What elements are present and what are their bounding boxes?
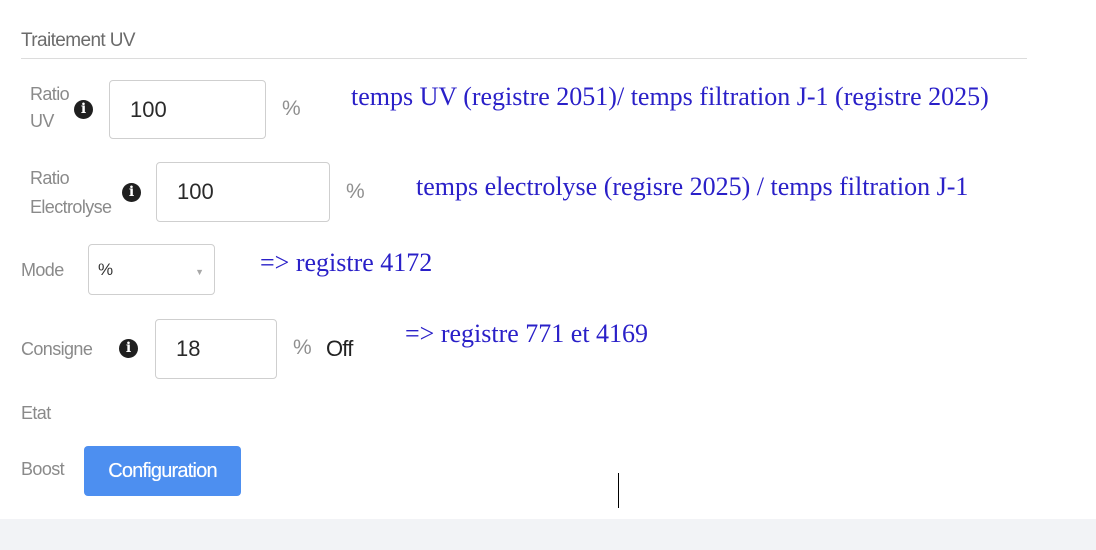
footer-band bbox=[0, 519, 1096, 550]
ratio-uv-label-line2: UV bbox=[30, 111, 54, 131]
chevron-down-icon: ▼ bbox=[195, 267, 204, 277]
uv-treatment-panel: Traitement UV Ratio UV i 100 % Ratio Ele… bbox=[0, 0, 1096, 550]
annotation-consigne: => registre 771 et 4169 bbox=[405, 319, 649, 348]
ratio-electrolyse-label-line2: Electrolyse bbox=[30, 197, 112, 217]
annotation-ratio-uv: temps UV (registre 2051)/ temps filtrati… bbox=[351, 82, 989, 111]
info-icon[interactable]: i bbox=[74, 100, 93, 119]
annotation-mode: => registre 4172 bbox=[260, 248, 433, 277]
ratio-uv-unit: % bbox=[282, 97, 301, 120]
section-divider bbox=[21, 58, 1027, 59]
section-title: Traitement UV bbox=[21, 30, 136, 51]
ratio-electrolyse-label-line1: Ratio bbox=[30, 168, 70, 188]
boost-label: Boost bbox=[21, 459, 65, 479]
ratio-uv-input[interactable]: 100 bbox=[109, 80, 266, 139]
consigne-status: Off bbox=[326, 336, 353, 361]
consigne-input[interactable]: 18 bbox=[155, 319, 277, 379]
ratio-electrolyse-input[interactable]: 100 bbox=[156, 162, 330, 222]
consigne-unit: % bbox=[293, 336, 312, 359]
mode-label: Mode bbox=[21, 260, 64, 280]
ratio-electrolyse-unit: % bbox=[346, 180, 365, 203]
text-cursor bbox=[618, 473, 619, 508]
annotation-ratio-electrolyse: temps electrolyse (regisre 2025) / temps… bbox=[416, 172, 969, 201]
configuration-button[interactable]: Configuration bbox=[84, 446, 241, 496]
info-icon[interactable]: i bbox=[119, 339, 138, 358]
etat-label: Etat bbox=[21, 403, 51, 423]
mode-select-value: % bbox=[98, 259, 114, 279]
info-icon[interactable]: i bbox=[122, 183, 141, 202]
mode-select[interactable]: % ▼ bbox=[88, 244, 215, 295]
ratio-uv-label-line1: Ratio bbox=[30, 84, 70, 104]
consigne-label: Consigne bbox=[21, 339, 93, 359]
